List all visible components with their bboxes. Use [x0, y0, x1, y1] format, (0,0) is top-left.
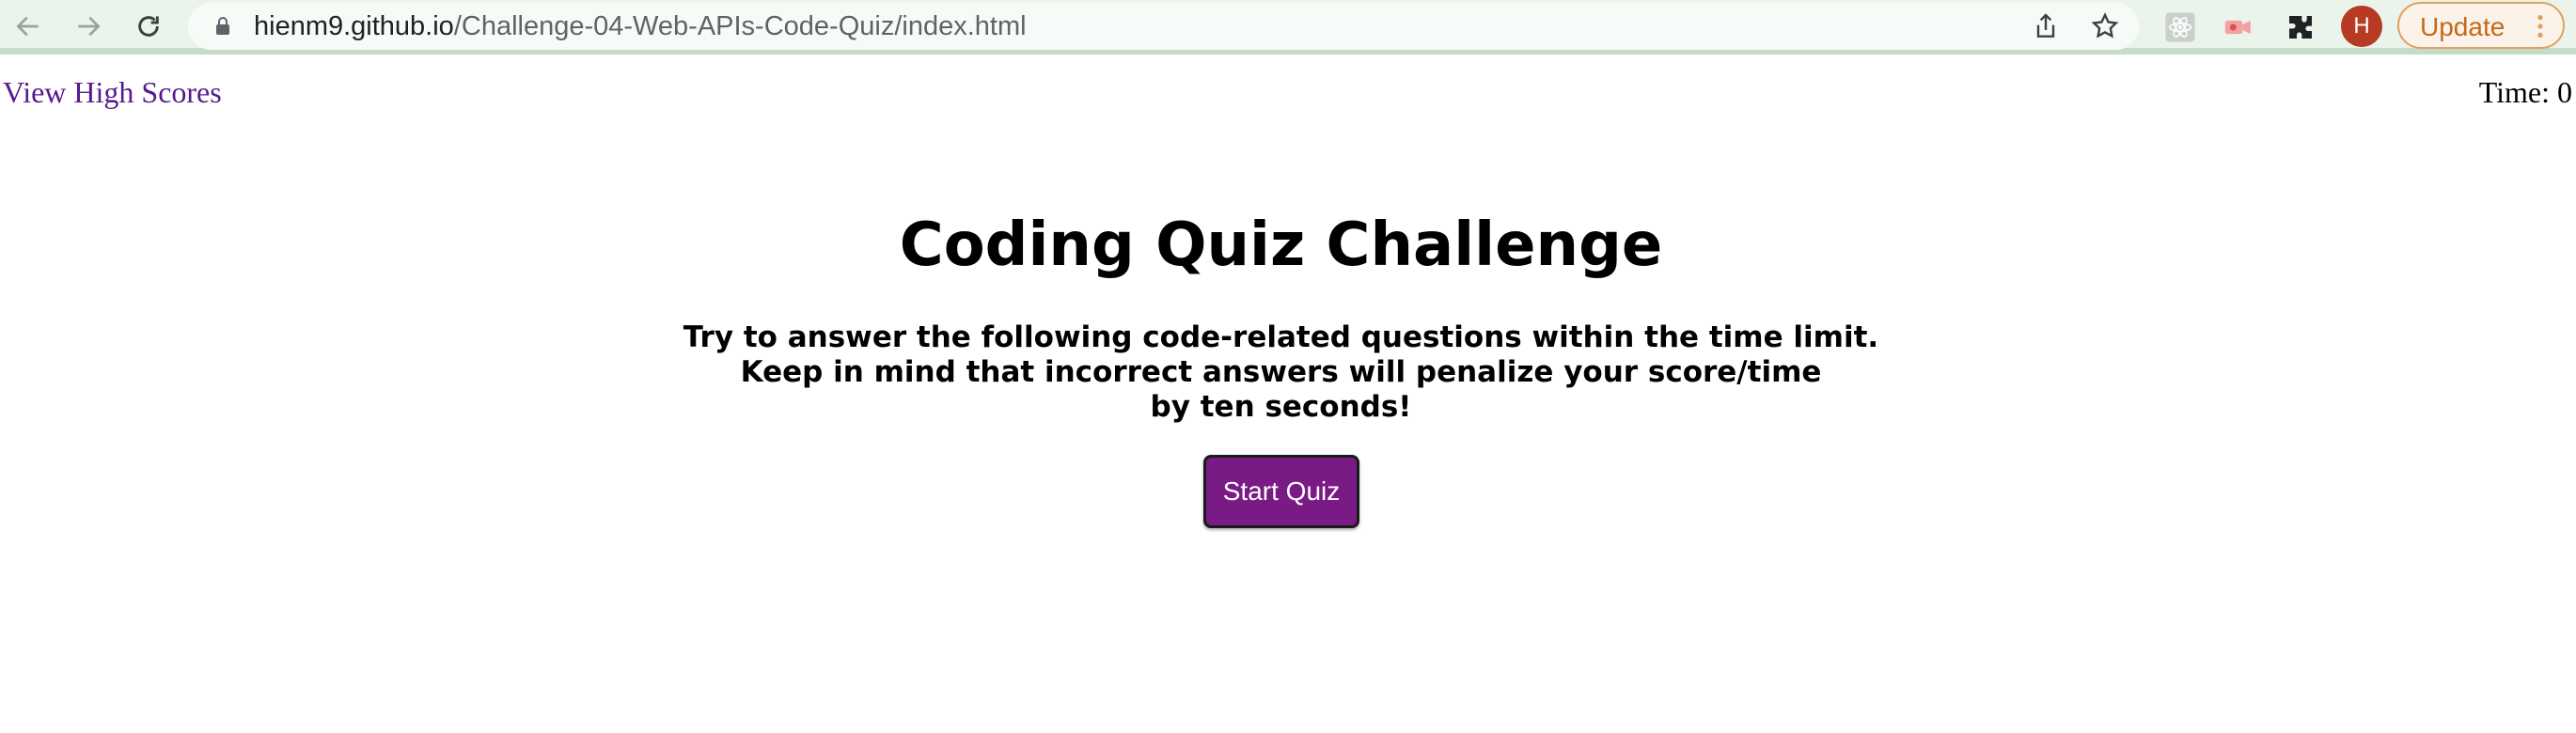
intro-line: by ten seconds!: [1150, 390, 1412, 424]
timer: Time: 0: [2479, 75, 2572, 110]
back-arrow-icon: [16, 16, 39, 37]
intro-line: Try to answer the following code-related…: [683, 320, 1879, 354]
reload-icon: [138, 16, 159, 37]
page-title: Coding Quiz Challenge: [899, 211, 1663, 280]
profile-avatar[interactable]: H: [2341, 6, 2382, 47]
url-text[interactable]: hienm9.github.io/Challenge-04-Web-APIs-C…: [254, 11, 1027, 41]
extensions-button[interactable]: [2283, 9, 2318, 45]
timer-label: Time:: [2478, 75, 2557, 109]
lock-icon[interactable]: [212, 15, 234, 38]
browser-toolbar: hienm9.github.io/Challenge-04-Web-APIs-C…: [0, 0, 2576, 55]
url-host: hienm9.github.io: [254, 11, 454, 41]
start-quiz-button[interactable]: Start Quiz: [1203, 455, 1359, 528]
intro-line: Keep in mind that incorrect answers will…: [740, 355, 1822, 389]
update-label: Update: [2420, 12, 2505, 41]
back-button[interactable]: [8, 8, 49, 45]
share-icon[interactable]: [2031, 11, 2061, 41]
url-path: /Challenge-04-Web-APIs-Code-Quiz/index.h…: [453, 11, 1027, 41]
react-devtools-extension[interactable]: [2162, 9, 2198, 45]
kebab-menu-icon[interactable]: [2531, 11, 2550, 41]
react-devtools-icon: [2165, 12, 2195, 42]
puzzle-icon: [2289, 16, 2312, 39]
reload-button[interactable]: [128, 8, 169, 45]
forward-button[interactable]: [68, 8, 109, 45]
timer-value: 0: [2557, 75, 2572, 109]
star-icon[interactable]: [2090, 11, 2120, 41]
screen-recorder-extension[interactable]: [2221, 9, 2256, 45]
screen-recorder-icon: [2224, 20, 2251, 35]
intro-text: Try to answer the following code-related…: [0, 320, 2562, 425]
view-high-scores-link[interactable]: View High Scores: [3, 75, 222, 110]
update-button[interactable]: Update: [2397, 2, 2565, 49]
forward-arrow-icon: [78, 16, 101, 37]
address-bar[interactable]: hienm9.github.io/Challenge-04-Web-APIs-C…: [188, 3, 2139, 50]
